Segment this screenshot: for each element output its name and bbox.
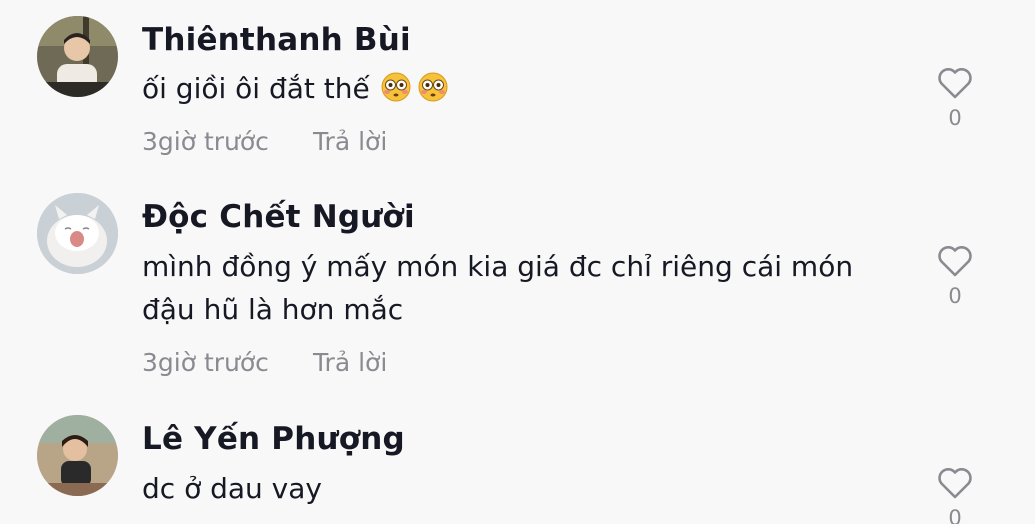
like-count: 0 [948, 284, 962, 308]
comment-text-content: ối giồi ôi đắt thế [142, 72, 370, 105]
flushed-face-emoji-icon [418, 71, 448, 114]
comment-timestamp: 3giờ trước [142, 348, 269, 377]
comment-username[interactable]: Độc Chết Người [142, 199, 415, 235]
comment-list: Thiênthanh Bùi ối giồi ôi đắt thế 3giờ t… [0, 0, 1035, 524]
comment-username[interactable]: Thiênthanh Bùi [142, 22, 411, 58]
comment-username[interactable]: Lê Yến Phượng [142, 421, 405, 457]
avatar[interactable] [37, 415, 118, 496]
comment-meta: 3giờ trước Trả lời [142, 127, 387, 156]
flushed-face-emoji-icon [381, 71, 411, 114]
avatar-photo-icon [37, 415, 118, 496]
like-button[interactable]: 0 [934, 66, 976, 130]
avatar[interactable] [37, 193, 118, 274]
heart-outline-icon [938, 246, 972, 277]
comment-timestamp: 3giờ trước [142, 127, 269, 156]
comment-meta: 3giờ trước Trả lời [142, 348, 387, 377]
like-button[interactable]: 0 [934, 466, 976, 524]
comment-text: mình đồng ý mấy món kia giá đc chỉ riêng… [142, 250, 854, 326]
like-button[interactable]: 0 [934, 244, 976, 308]
like-count: 0 [948, 506, 962, 524]
comment-text: dc ở dau vay [142, 472, 322, 505]
avatar[interactable] [37, 16, 118, 97]
like-count: 0 [948, 106, 962, 130]
comment-text: ối giồi ôi đắt thế [142, 67, 912, 114]
avatar-photo-icon [37, 16, 118, 97]
heart-outline-icon [938, 68, 972, 99]
heart-outline-icon [938, 468, 972, 499]
reply-button[interactable]: Trả lời [313, 127, 387, 156]
reply-button[interactable]: Trả lời [313, 348, 387, 377]
avatar-photo-icon [37, 193, 118, 274]
